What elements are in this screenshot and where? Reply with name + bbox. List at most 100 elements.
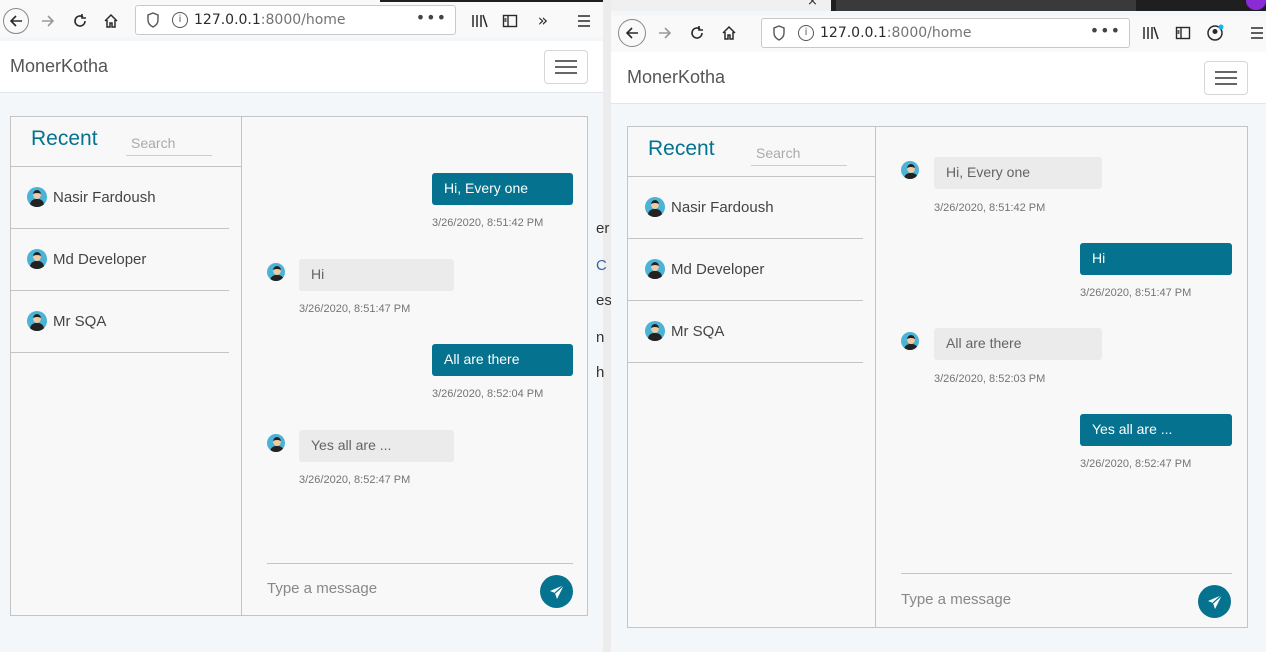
avatar — [27, 249, 47, 269]
search-input[interactable] — [751, 140, 847, 166]
compose-divider — [901, 573, 1232, 574]
back-arrow-icon[interactable] — [3, 8, 29, 34]
brand-logo[interactable]: MonerKotha — [10, 56, 108, 77]
incoming-message: All are there — [934, 328, 1102, 360]
outgoing-message: Hi, Every one — [432, 173, 573, 205]
recent-heading: Recent — [31, 127, 98, 150]
hamburger-menu-icon[interactable] — [1245, 21, 1266, 45]
url-text: 127.0.0.1:8000/home — [820, 25, 972, 41]
avatar — [645, 197, 665, 217]
incoming-message: Hi, Every one — [934, 157, 1102, 189]
contact-name: Md Developer — [53, 251, 147, 268]
hamburger-menu-icon[interactable] — [572, 9, 596, 33]
window-gap — [603, 0, 611, 652]
forward-arrow-icon[interactable] — [653, 21, 677, 45]
incoming-message: Hi — [299, 259, 454, 291]
avatar — [267, 434, 285, 452]
send-button[interactable] — [1198, 585, 1231, 618]
reload-icon[interactable] — [68, 9, 92, 33]
message-time: 3/26/2020, 8:52:04 PM — [432, 388, 544, 400]
inbox-header: Recent — [11, 117, 241, 167]
forward-arrow-icon[interactable] — [36, 9, 60, 33]
info-icon[interactable]: i — [798, 25, 814, 41]
message-time: 3/26/2020, 8:52:47 PM — [1080, 458, 1192, 470]
inbox-people: Recent Nasir Fardoush Md Developer Mr SQ… — [628, 127, 876, 627]
messaging-panel: Recent Nasir Fardoush Md Developer Mr SQ… — [627, 126, 1248, 628]
message-time: 3/26/2020, 8:52:47 PM — [299, 474, 411, 486]
home-icon[interactable] — [717, 21, 741, 45]
info-icon[interactable]: i — [172, 12, 188, 28]
contact-name: Nasir Fardoush — [53, 189, 156, 206]
send-button[interactable] — [540, 575, 573, 608]
url-bar[interactable]: i 127.0.0.1:8000/home ••• — [761, 18, 1130, 48]
browser-tab[interactable]: × — [611, 0, 831, 11]
avatar — [645, 321, 665, 341]
shield-icon — [773, 25, 785, 41]
contact-item[interactable]: Nasir Fardoush — [628, 177, 863, 239]
browser-window-right: × i 127.0.0.1:8000/home ••• MonerKotha R… — [611, 0, 1266, 652]
recent-heading: Recent — [648, 137, 715, 160]
background-text: er — [596, 220, 610, 237]
incoming-message: Yes all are ... — [299, 430, 454, 462]
contact-item[interactable]: Md Developer — [11, 229, 229, 291]
page-actions-icon[interactable]: ••• — [416, 8, 447, 27]
sidebar-icon[interactable] — [1171, 21, 1195, 45]
message-time: 3/26/2020, 8:51:47 PM — [299, 303, 411, 315]
navbar-toggle-button[interactable] — [1204, 61, 1248, 95]
contact-item[interactable]: Mr SQA — [11, 291, 229, 353]
contact-name: Md Developer — [671, 261, 765, 278]
message-time: 3/26/2020, 8:51:42 PM — [934, 202, 1046, 214]
message-time: 3/26/2020, 8:51:42 PM — [432, 217, 544, 229]
back-arrow-icon[interactable] — [618, 19, 646, 47]
message-history: Hi, Every one 3/26/2020, 8:51:42 PM Hi 3… — [876, 127, 1247, 627]
contact-name: Nasir Fardoush — [671, 199, 774, 216]
message-input[interactable] — [267, 573, 527, 603]
background-text: n — [596, 329, 605, 346]
library-icon[interactable] — [468, 9, 492, 33]
contact-name: Mr SQA — [671, 323, 725, 340]
brand-logo[interactable]: MonerKotha — [627, 67, 725, 88]
outgoing-message: Hi — [1080, 243, 1232, 275]
paper-plane-icon — [1207, 594, 1222, 609]
tab-strip-edge — [380, 0, 603, 2]
browser-tab[interactable] — [836, 0, 1136, 11]
close-icon[interactable]: × — [807, 0, 818, 9]
background-text: C — [596, 257, 607, 274]
site-navbar: MonerKotha — [0, 41, 603, 93]
page-actions-icon[interactable]: ••• — [1090, 21, 1121, 40]
contact-item[interactable]: Mr SQA — [628, 301, 863, 363]
url-bar[interactable]: i 127.0.0.1:8000/home ••• — [135, 5, 456, 35]
avatar — [267, 263, 285, 281]
home-icon[interactable] — [99, 9, 123, 33]
inbox-people: Recent Nasir Fardoush Md Developer Mr SQ… — [11, 117, 242, 615]
browser-window-left: i 127.0.0.1:8000/home ••• » MonerKotha R… — [0, 0, 603, 652]
background-text: h — [596, 364, 605, 381]
avatar — [27, 187, 47, 207]
background-text: es — [596, 292, 612, 309]
sidebar-icon[interactable] — [498, 9, 522, 33]
message-input[interactable] — [901, 584, 1181, 614]
avatar — [645, 259, 665, 279]
avatar — [901, 332, 919, 350]
messaging-panel: Recent Nasir Fardoush Md Developer Mr SQ… — [10, 116, 588, 616]
search-input[interactable] — [126, 130, 212, 156]
site-navbar: MonerKotha — [611, 52, 1266, 104]
overflow-chevrons-icon[interactable]: » — [531, 9, 555, 33]
inbox-header: Recent — [628, 127, 875, 177]
browser-toolbar: i 127.0.0.1:8000/home ••• » — [0, 5, 603, 37]
navbar-toggle-button[interactable] — [544, 50, 588, 84]
browser-toolbar: i 127.0.0.1:8000/home ••• — [611, 16, 1266, 52]
contact-item[interactable]: Md Developer — [628, 239, 863, 301]
shield-icon — [147, 12, 159, 28]
account-icon[interactable] — [1203, 21, 1227, 45]
tab-strip: × — [611, 0, 1266, 11]
outgoing-message: Yes all are ... — [1080, 414, 1232, 446]
reload-icon[interactable] — [685, 21, 709, 45]
message-time: 3/26/2020, 8:51:47 PM — [1080, 287, 1192, 299]
outgoing-message: All are there — [432, 344, 573, 376]
account-badge-icon[interactable] — [1246, 0, 1266, 10]
contact-name: Mr SQA — [53, 313, 107, 330]
paper-plane-icon — [549, 584, 564, 599]
contact-item[interactable]: Nasir Fardoush — [11, 167, 229, 229]
library-icon[interactable] — [1139, 21, 1163, 45]
